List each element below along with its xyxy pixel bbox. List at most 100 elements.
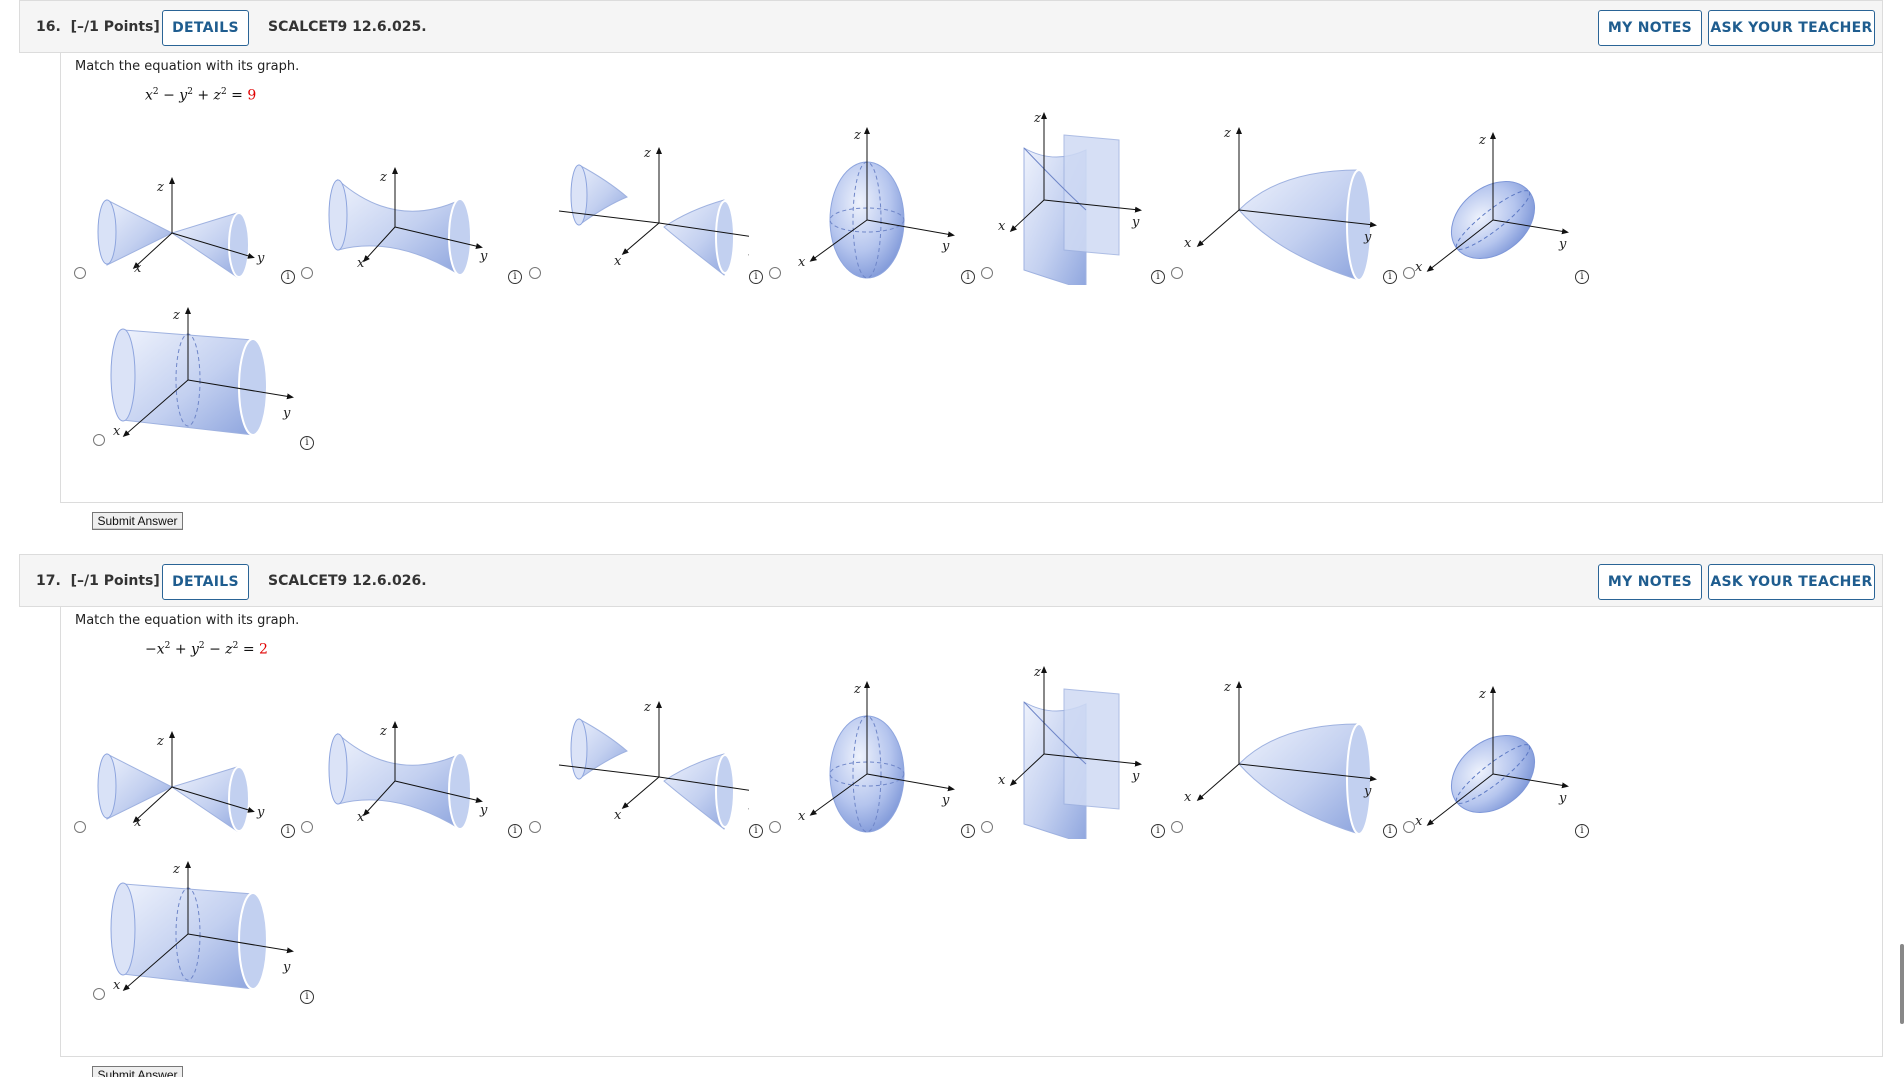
svg-text:y: y: [748, 242, 749, 257]
question-16: 16. [–/1 Points] DETAILS SCALCET9 12.6.0…: [19, 0, 1883, 540]
info-icon[interactable]: i: [1151, 824, 1165, 838]
question-number: 17. [–/1 Points]: [36, 573, 160, 589]
svg-text:x: x: [134, 261, 142, 276]
submit-answer-button[interactable]: Submit Answer: [92, 1066, 183, 1077]
info-icon[interactable]: i: [1575, 824, 1589, 838]
info-icon[interactable]: i: [961, 270, 975, 284]
svg-text:y: y: [1131, 215, 1140, 230]
svg-text:y: y: [1558, 237, 1567, 252]
info-icon[interactable]: i: [508, 824, 522, 838]
info-icon[interactable]: i: [1151, 270, 1165, 284]
svg-text:z: z: [1223, 126, 1231, 141]
svg-text:z: z: [643, 146, 651, 161]
graph-tilted-ellipsoid: z y x: [1415, 132, 1569, 275]
svg-text:x: x: [1184, 790, 1192, 805]
svg-text:z: z: [643, 700, 651, 715]
svg-text:y: y: [282, 960, 291, 975]
option-radio[interactable]: [981, 821, 993, 833]
option-radio[interactable]: [981, 267, 993, 279]
svg-text:y: y: [941, 793, 950, 808]
info-icon[interactable]: i: [961, 824, 975, 838]
svg-text:z: z: [1478, 133, 1486, 148]
svg-text:z: z: [1033, 665, 1041, 680]
question-code: SCALCET9 12.6.025.: [268, 19, 427, 35]
question-prompt: Match the equation with its graph.: [75, 613, 300, 628]
svg-text:y: y: [1558, 791, 1567, 806]
svg-text:z: z: [156, 734, 164, 749]
info-icon[interactable]: i: [1383, 824, 1397, 838]
equation-rhs-value: 2: [259, 641, 268, 658]
info-icon[interactable]: i: [749, 270, 763, 284]
question-code: SCALCET9 12.6.026.: [268, 573, 427, 589]
svg-text:x: x: [798, 255, 806, 270]
svg-text:y: y: [1363, 784, 1372, 799]
svg-text:z: z: [853, 682, 861, 697]
question-header: 16. [–/1 Points] DETAILS SCALCET9 12.6.0…: [19, 0, 1883, 53]
svg-text:x: x: [113, 424, 121, 439]
graph-hyperboloid-one-sheet: z y x: [328, 721, 488, 830]
svg-text:y: y: [479, 803, 488, 818]
info-icon[interactable]: i: [281, 270, 295, 284]
graph-double-cone: z y x: [97, 177, 265, 278]
question-header: 17. [–/1 Points] DETAILS SCALCET9 12.6.0…: [19, 554, 1883, 607]
graph-ellipsoid: z y x: [798, 127, 955, 279]
svg-text:x: x: [798, 809, 806, 824]
svg-text:x: x: [357, 810, 365, 825]
svg-text:z: z: [1478, 687, 1486, 702]
svg-text:y: y: [282, 406, 291, 421]
option-radio[interactable]: [74, 821, 86, 833]
svg-text:x: x: [1184, 236, 1192, 251]
scrollbar-thumb[interactable]: [1900, 944, 1904, 1024]
my-notes-button[interactable]: MY NOTES: [1598, 564, 1702, 600]
svg-text:x: x: [113, 978, 121, 993]
info-icon[interactable]: i: [1383, 270, 1397, 284]
ask-your-teacher-button[interactable]: ASK YOUR TEACHER: [1708, 564, 1875, 600]
graph-ellipsoid: z y x: [798, 681, 955, 833]
equation: −x2 + y2 − z2 = 2: [145, 641, 268, 658]
svg-text:x: x: [998, 773, 1006, 788]
graph-double-cone: z y x: [97, 731, 265, 832]
question-prompt: Match the equation with its graph.: [75, 59, 300, 74]
info-icon[interactable]: i: [1575, 270, 1589, 284]
info-icon[interactable]: i: [749, 824, 763, 838]
option-radio[interactable]: [74, 267, 86, 279]
option-radio[interactable]: [769, 821, 781, 833]
info-icon[interactable]: i: [300, 990, 314, 1004]
svg-text:x: x: [1415, 260, 1423, 275]
svg-text:z: z: [379, 170, 387, 185]
svg-text:y: y: [479, 249, 488, 264]
graph-elliptic-cylinder: z y x: [110, 861, 294, 993]
question-number: 16. [–/1 Points]: [36, 19, 160, 35]
svg-text:z: z: [172, 308, 180, 323]
graph-elliptic-cylinder: z y x: [110, 307, 294, 439]
svg-text:x: x: [614, 808, 622, 823]
graph-hyperboloid-one-sheet: z y x: [328, 167, 488, 276]
option-radio[interactable]: [769, 267, 781, 279]
graph-hyperboloid-two-sheets: z y x: [558, 700, 749, 830]
svg-text:x: x: [357, 256, 365, 271]
graph-elliptic-paraboloid: z y x: [1184, 680, 1377, 835]
axis-label-z: z: [156, 180, 164, 195]
graph-hyperbolic-paraboloid: z y x: [998, 665, 1142, 839]
svg-text:y: y: [748, 796, 749, 811]
svg-text:x: x: [614, 254, 622, 269]
svg-text:z: z: [1223, 680, 1231, 695]
svg-text:x: x: [1415, 814, 1423, 829]
svg-text:x: x: [998, 219, 1006, 234]
info-icon[interactable]: i: [508, 270, 522, 284]
graph-hyperbolic-paraboloid: z y x: [998, 111, 1142, 285]
details-button[interactable]: DETAILS: [162, 564, 249, 600]
submit-answer-button[interactable]: Submit Answer: [92, 512, 183, 530]
svg-text:z: z: [853, 128, 861, 143]
svg-text:y: y: [1131, 769, 1140, 784]
my-notes-button[interactable]: MY NOTES: [1598, 10, 1702, 46]
details-button[interactable]: DETAILS: [162, 10, 249, 46]
svg-text:x: x: [134, 815, 142, 830]
graph-elliptic-paraboloid: z y x: [1184, 126, 1377, 281]
svg-text:y: y: [256, 805, 265, 820]
svg-text:y: y: [941, 239, 950, 254]
ask-your-teacher-button[interactable]: ASK YOUR TEACHER: [1708, 10, 1875, 46]
info-icon[interactable]: i: [300, 436, 314, 450]
svg-text:z: z: [1033, 111, 1041, 126]
info-icon[interactable]: i: [281, 824, 295, 838]
